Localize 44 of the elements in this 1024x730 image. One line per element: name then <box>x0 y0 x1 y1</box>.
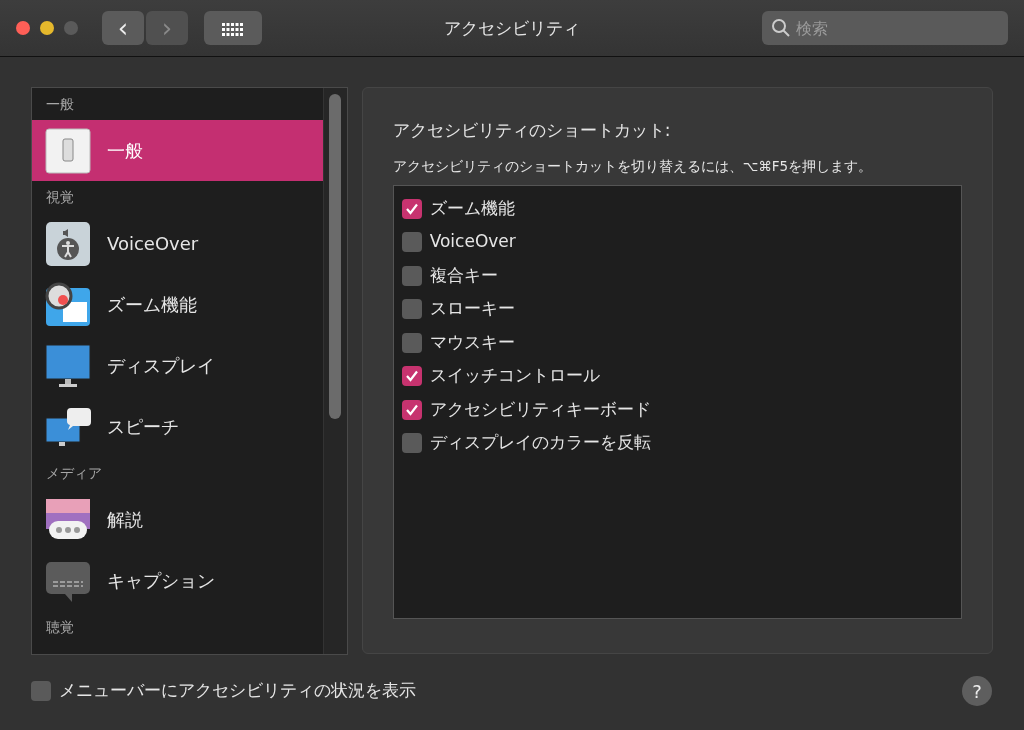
checkbox[interactable] <box>401 299 422 319</box>
search-field[interactable]: 検索 <box>762 11 1008 45</box>
zoom-icon[interactable] <box>64 21 78 35</box>
magnifier-icon <box>45 281 91 328</box>
grid-button[interactable] <box>204 11 262 45</box>
sidebar-item[interactable]: ディスプレイ <box>32 335 323 396</box>
sidebar-item[interactable]: キャプション <box>32 550 323 611</box>
accessibility-icon <box>45 220 91 267</box>
checkbox[interactable] <box>401 399 422 420</box>
option-label: 複合キー <box>429 263 498 287</box>
checkbox[interactable] <box>401 265 422 286</box>
option-label: マウスキー <box>429 330 515 354</box>
section-label: 視覚 <box>45 188 75 207</box>
close-icon[interactable] <box>16 21 30 35</box>
option-label: ズーム機能 <box>429 196 515 220</box>
sidebar-item[interactable]: 一般 <box>32 120 323 181</box>
window-title: アクセシビリティ <box>444 17 580 40</box>
minimize-icon[interactable] <box>40 21 54 35</box>
scrollbar-thumb[interactable] <box>328 94 341 419</box>
option-label: アクセシビリティキーボード <box>429 397 651 421</box>
option-label: スローキー <box>429 297 515 321</box>
checkbox[interactable] <box>401 198 422 219</box>
checkbox[interactable] <box>401 232 422 252</box>
hint-text: アクセシビリティのショートカットを切り替えるには、⌥⌘F5を押します。 <box>392 156 874 176</box>
sidebar-item[interactable]: VoiceOver <box>32 213 323 274</box>
option-label: VoiceOver <box>429 230 516 254</box>
back-button[interactable]: ‹ <box>102 11 144 45</box>
section-label: 一般 <box>45 95 75 114</box>
option-label: スイッチコントロール <box>429 364 600 388</box>
sidebar-item[interactable]: 解説 <box>32 489 323 550</box>
switch-icon <box>45 127 91 174</box>
option-label: ディスプレイのカラーを反転 <box>429 431 651 455</box>
section-label: 聴覚 <box>45 618 75 637</box>
section-heading: アクセシビリティのショートカット: <box>392 119 672 142</box>
sidebar-item[interactable]: ズーム機能 <box>32 274 323 335</box>
grid-icon <box>222 22 244 37</box>
checkbox[interactable] <box>401 332 422 353</box>
section-label: メディア <box>45 464 103 483</box>
monitor-icon <box>45 342 91 389</box>
checkbox[interactable] <box>401 433 422 453</box>
help-button[interactable]: ? <box>962 676 992 706</box>
status-option[interactable]: メニューバーにアクセシビリティの状況を表示 <box>31 678 416 704</box>
sidebar-item[interactable]: スピーチ <box>32 396 323 457</box>
checkbox[interactable] <box>401 366 422 386</box>
